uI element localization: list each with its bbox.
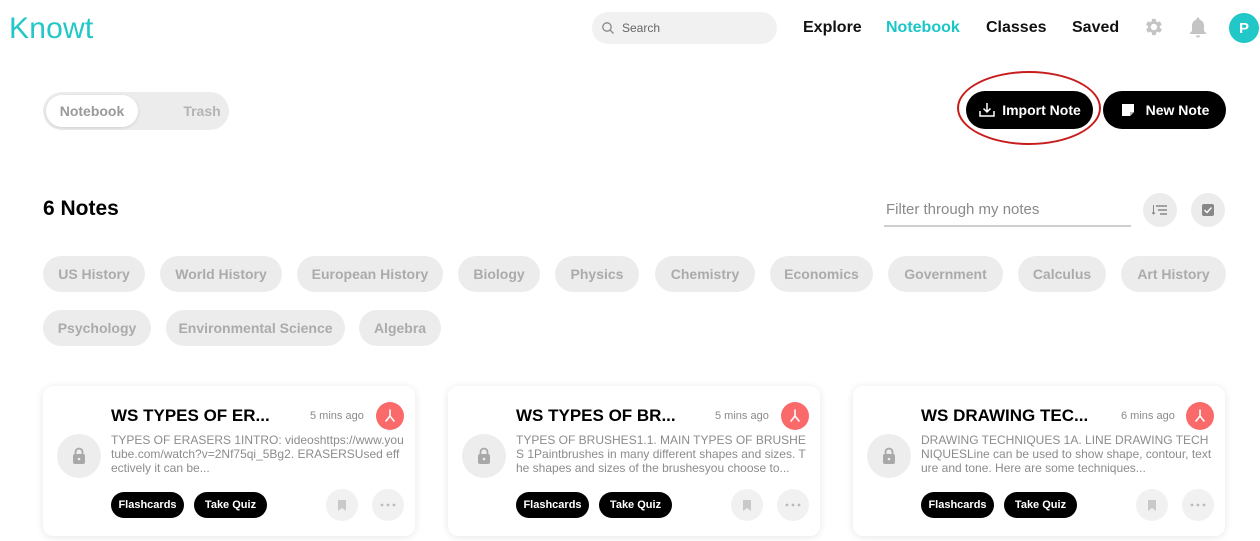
- more-options-button[interactable]: [1182, 489, 1214, 521]
- note-preview: TYPES OF BRUSHES1.1. MAIN TYPES OF BRUSH…: [516, 433, 806, 475]
- new-note-label: New Note: [1145, 102, 1210, 118]
- gear-icon: [1146, 18, 1162, 36]
- search-icon: [602, 22, 614, 34]
- note-card[interactable]: WS DRAWING TEC... 6 mins ago DRAWING TEC…: [853, 386, 1225, 536]
- chip-art-history[interactable]: Art History: [1121, 256, 1226, 292]
- bookmark-icon: [743, 499, 751, 511]
- bookmark-button[interactable]: [326, 489, 358, 521]
- sort-icon: [1152, 205, 1167, 215]
- lock-icon: [478, 447, 490, 464]
- pdf-icon: [385, 409, 395, 422]
- settings-button[interactable]: [1141, 15, 1165, 39]
- flashcards-button[interactable]: Flashcards: [516, 492, 589, 518]
- bell-icon: [1190, 17, 1206, 38]
- more-icon: [380, 503, 396, 507]
- filter-field[interactable]: [884, 197, 1135, 227]
- search-input[interactable]: [620, 20, 764, 36]
- sort-button[interactable]: [1143, 193, 1177, 227]
- chip-physics[interactable]: Physics: [555, 256, 639, 292]
- chip-algebra[interactable]: Algebra: [359, 310, 441, 346]
- pdf-badge: [1186, 402, 1214, 430]
- nav-saved[interactable]: Saved: [1072, 19, 1119, 37]
- more-options-button[interactable]: [777, 489, 809, 521]
- import-note-button[interactable]: Import Note: [966, 91, 1093, 129]
- select-button[interactable]: [1191, 193, 1225, 227]
- pdf-badge: [781, 402, 809, 430]
- note-card[interactable]: WS TYPES OF BR... 5 mins ago TYPES OF BR…: [448, 386, 820, 536]
- bookmark-button[interactable]: [731, 489, 763, 521]
- pdf-icon: [790, 409, 800, 422]
- note-title: WS TYPES OF BR...: [516, 406, 676, 425]
- chip-psychology[interactable]: Psychology: [43, 310, 151, 346]
- flashcards-button[interactable]: Flashcards: [111, 492, 184, 518]
- bookmark-button[interactable]: [1136, 489, 1168, 521]
- tab-trash[interactable]: Trash: [173, 95, 231, 127]
- chip-biology[interactable]: Biology: [458, 256, 540, 292]
- notebook-trash-toggle: Notebook Trash: [43, 92, 229, 130]
- chip-world-history[interactable]: World History: [160, 256, 282, 292]
- import-note-label: Import Note: [1002, 102, 1081, 118]
- search-bar[interactable]: [592, 12, 777, 44]
- lock-icon: [883, 447, 895, 464]
- nav-explore[interactable]: Explore: [803, 19, 862, 37]
- chip-government[interactable]: Government: [888, 256, 1003, 292]
- bookmark-icon: [1148, 499, 1156, 511]
- notes-count: 6 Notes: [43, 197, 119, 220]
- pdf-badge: [376, 402, 404, 430]
- nav-classes[interactable]: Classes: [986, 19, 1047, 37]
- note-timestamp: 6 mins ago: [1121, 410, 1175, 422]
- nav-notebook[interactable]: Notebook: [886, 19, 960, 37]
- chip-european-history[interactable]: European History: [297, 256, 443, 292]
- filter-input[interactable]: [884, 197, 1135, 222]
- more-options-button[interactable]: [372, 489, 404, 521]
- take-quiz-button[interactable]: Take Quiz: [194, 492, 267, 518]
- notifications-button[interactable]: [1186, 15, 1210, 39]
- import-icon: [979, 103, 995, 117]
- tab-notebook[interactable]: Notebook: [46, 95, 138, 127]
- note-timestamp: 5 mins ago: [715, 410, 769, 422]
- lock-icon: [73, 447, 85, 464]
- more-icon: [1190, 503, 1206, 507]
- lock-badge: [867, 434, 911, 478]
- note-title: WS TYPES OF ER...: [111, 406, 270, 425]
- lock-badge: [57, 434, 101, 478]
- bookmark-icon: [338, 499, 346, 511]
- take-quiz-button[interactable]: Take Quiz: [599, 492, 672, 518]
- knowt-logo[interactable]: Knowt: [9, 12, 93, 46]
- pdf-icon: [1195, 409, 1205, 422]
- checkbox-icon: [1202, 204, 1214, 216]
- avatar[interactable]: P: [1229, 13, 1259, 43]
- note-preview: DRAWING TECHNIQUES 1A. LINE DRAWING TECH…: [921, 433, 1212, 475]
- note-title: WS DRAWING TEC...: [921, 406, 1089, 425]
- new-note-button[interactable]: New Note: [1103, 91, 1226, 129]
- chip-environmental-science[interactable]: Environmental Science: [166, 310, 345, 346]
- chip-us-history[interactable]: US History: [43, 256, 145, 292]
- more-icon: [785, 503, 801, 507]
- chip-chemistry[interactable]: Chemistry: [655, 256, 755, 292]
- note-preview: TYPES OF ERASERS 1INTRO: videoshttps://w…: [111, 433, 404, 475]
- flashcards-button[interactable]: Flashcards: [921, 492, 994, 518]
- note-card[interactable]: WS TYPES OF ER... 5 mins ago TYPES OF ER…: [43, 386, 415, 536]
- chip-economics[interactable]: Economics: [770, 256, 873, 292]
- chip-calculus[interactable]: Calculus: [1018, 256, 1106, 292]
- new-note-icon: [1121, 104, 1134, 116]
- note-timestamp: 5 mins ago: [310, 410, 364, 422]
- take-quiz-button[interactable]: Take Quiz: [1004, 492, 1077, 518]
- lock-badge: [462, 434, 506, 478]
